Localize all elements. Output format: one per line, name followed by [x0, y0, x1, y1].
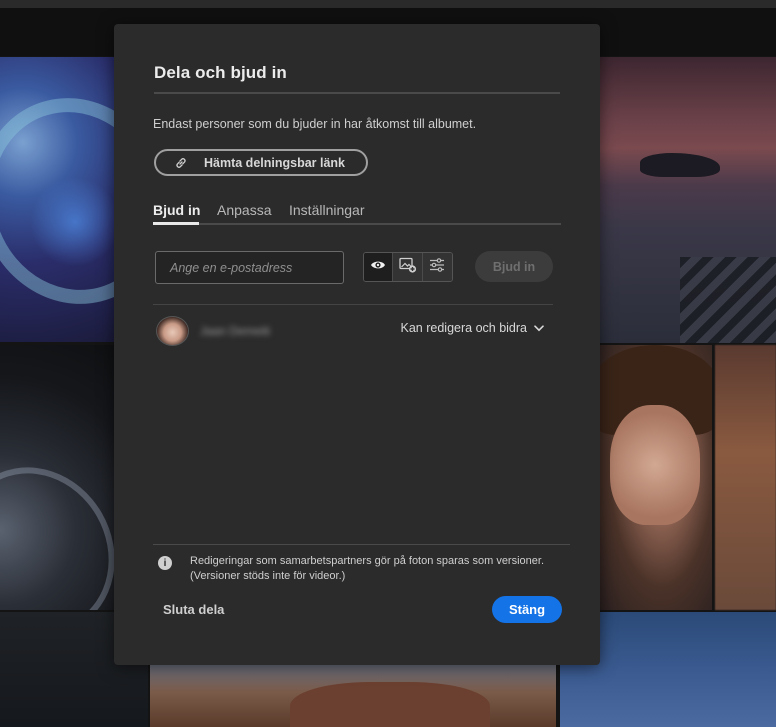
title-divider [154, 92, 560, 94]
eye-icon [370, 258, 386, 276]
add-photo-icon [398, 257, 417, 278]
photo-tile-seascape[interactable] [600, 57, 776, 343]
role-label: Kan redigera och bidra [400, 321, 527, 335]
tab-bar: Bjud in Anpassa Inställningar [153, 202, 561, 225]
photo-tile-space[interactable] [0, 345, 114, 610]
info-icon: i [158, 556, 172, 570]
get-link-label: Hämta delningsbar länk [204, 155, 346, 170]
photo-tile-portrait[interactable] [600, 345, 712, 610]
share-dialog: Dela och bjud in Endast personer som du … [114, 24, 600, 665]
active-tab-indicator [153, 222, 199, 225]
top-bar [0, 0, 776, 8]
sliders-icon [429, 257, 445, 277]
member-name: Jaan Demeiti [200, 324, 271, 338]
edit-permission-button[interactable] [422, 253, 452, 281]
versions-note: Redigeringar som samarbetspartners gör p… [190, 554, 560, 584]
email-input[interactable]: Ange en e-postadress [155, 251, 344, 284]
tab-invite[interactable]: Bjud in [153, 202, 200, 218]
chevron-down-icon [534, 323, 544, 333]
tab-settings[interactable]: Inställningar [289, 202, 365, 218]
invite-button[interactable]: Bjud in [475, 251, 553, 282]
member-row: Jaan Demeiti Kan redigera och bidra [156, 316, 548, 346]
photo-tile-abstract[interactable] [0, 57, 114, 342]
view-permission-button[interactable] [364, 253, 394, 281]
tab-divider [153, 223, 561, 225]
photo-tile-blurred[interactable] [715, 345, 776, 610]
link-icon [172, 156, 190, 170]
avatar [156, 316, 189, 346]
versions-note-line2: (Versioner stöds inte för videor.) [190, 570, 346, 582]
get-shareable-link-button[interactable]: Hämta delningsbar länk [154, 149, 368, 176]
app-page: Dela och bjud in Endast personer som du … [0, 0, 776, 727]
role-dropdown[interactable]: Kan redigera och bidra [401, 321, 544, 335]
close-button[interactable]: Stäng [492, 596, 562, 623]
stop-sharing-button[interactable]: Sluta dela [163, 602, 224, 617]
tab-customize[interactable]: Anpassa [217, 202, 271, 218]
member-divider [153, 304, 553, 305]
contribute-permission-button[interactable] [393, 253, 423, 281]
dialog-title: Dela och bjud in [154, 63, 287, 82]
footer-divider [153, 544, 570, 545]
permission-selector [363, 252, 453, 282]
versions-note-line1: Redigeringar som samarbetspartners gör p… [190, 555, 545, 567]
dialog-description: Endast personer som du bjuder in har åtk… [153, 117, 477, 131]
